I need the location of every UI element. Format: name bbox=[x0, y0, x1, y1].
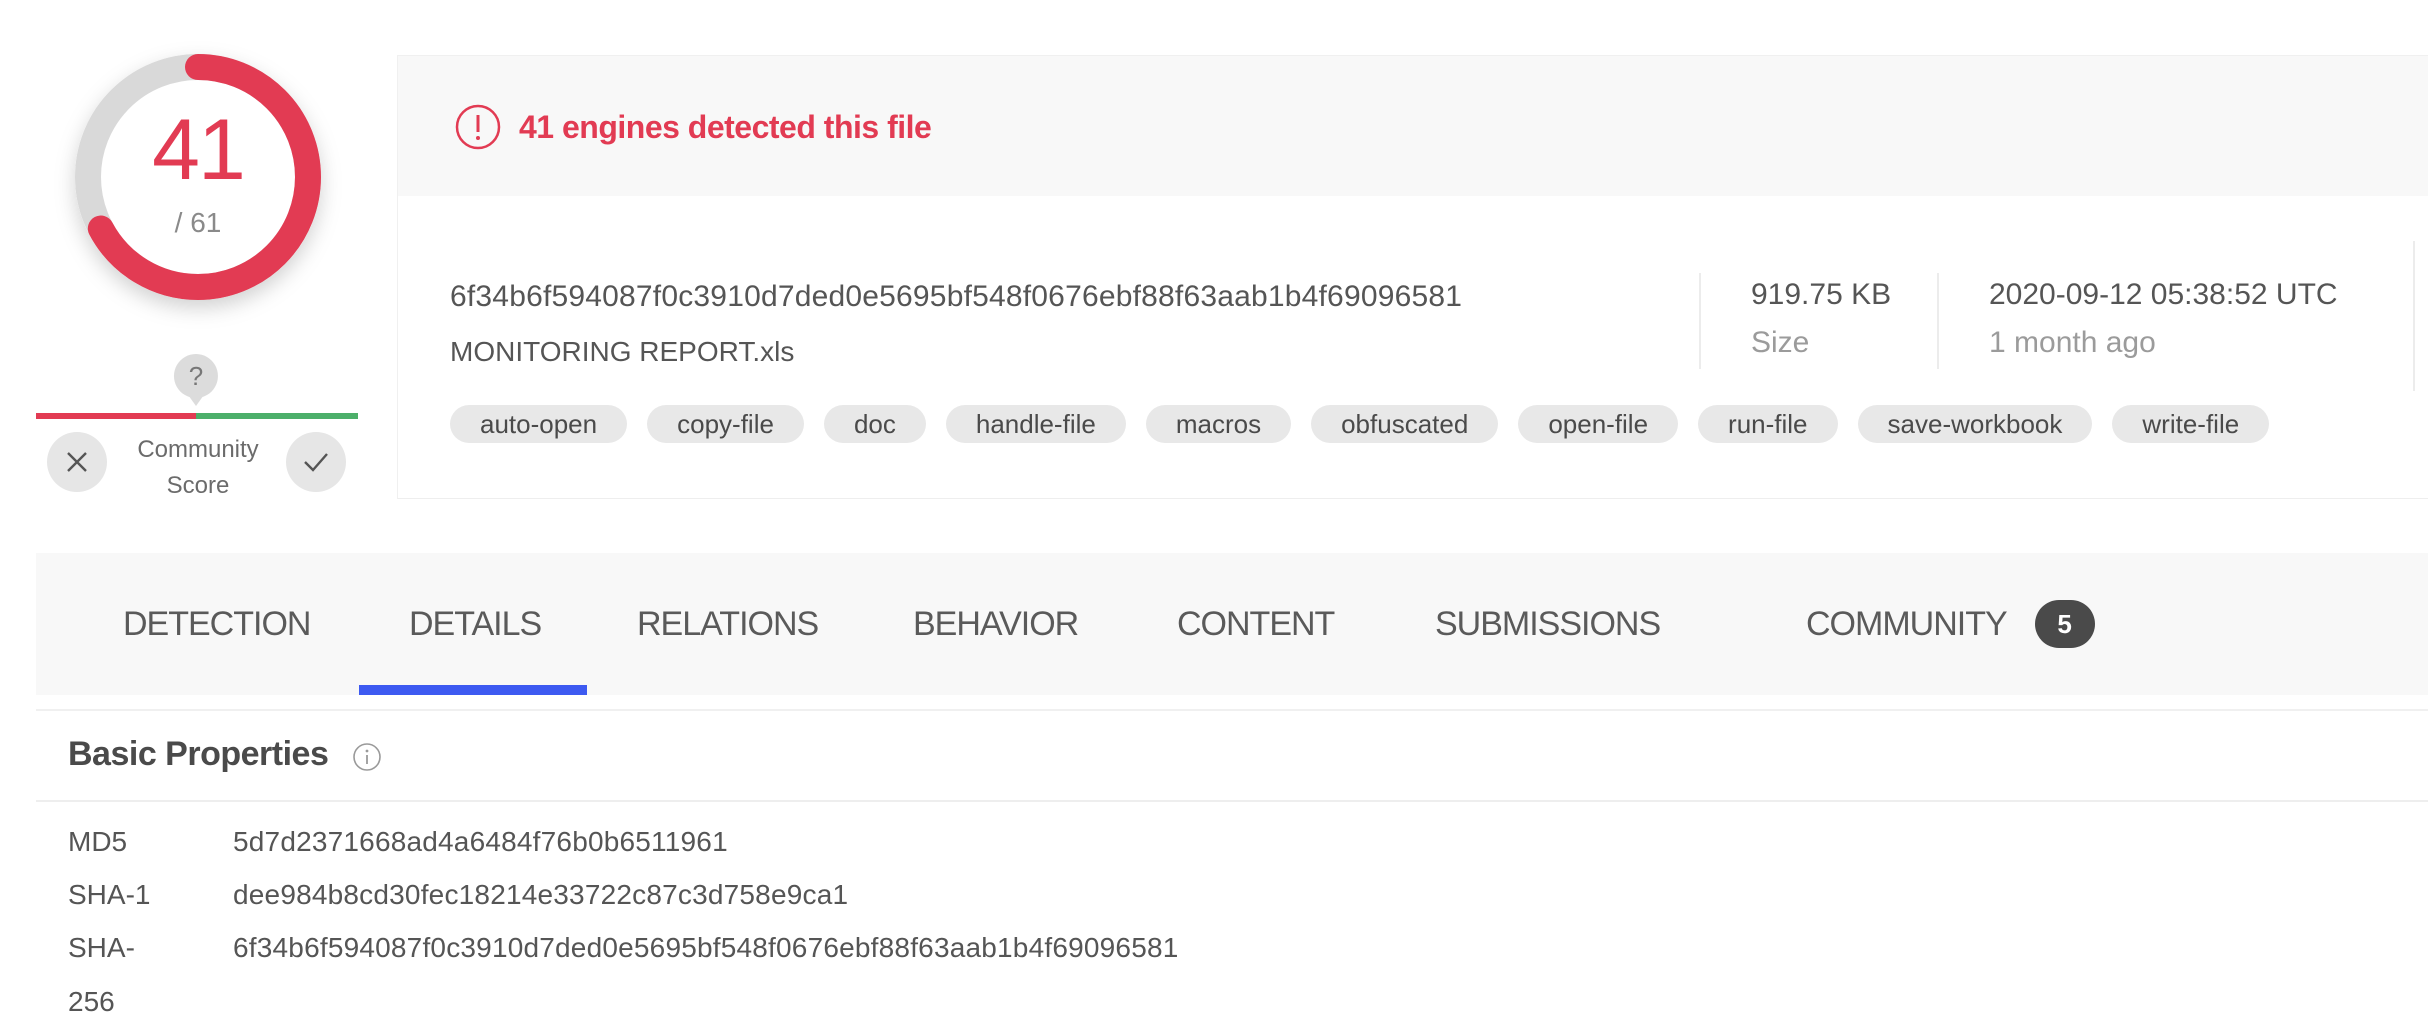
tag[interactable]: auto-open bbox=[450, 405, 628, 443]
tab-community[interactable]: COMMUNITY 5 bbox=[1806, 553, 2095, 695]
tab-label: BEHAVIOR bbox=[913, 604, 1079, 643]
tab-label: RELATIONS bbox=[637, 604, 819, 643]
detection-alert: 41 engines detected this file bbox=[455, 104, 932, 150]
info-icon[interactable] bbox=[352, 742, 382, 777]
tab-label: SUBMISSIONS bbox=[1435, 604, 1661, 643]
divider bbox=[36, 709, 2428, 711]
report-tabs: DETECTION DETAILS RELATIONS BEHAVIOR CON… bbox=[36, 553, 2428, 695]
tag[interactable]: handle-file bbox=[945, 405, 1126, 443]
divider bbox=[1937, 273, 1939, 369]
tab-label: COMMUNITY bbox=[1806, 604, 2008, 643]
community-count-badge: 5 bbox=[2034, 600, 2095, 648]
property-value-sha1[interactable]: dee984b8cd30fec18214e33722c87c3d758e9ca1 bbox=[233, 879, 848, 911]
tab-label: DETAILS bbox=[409, 604, 542, 643]
active-tab-indicator bbox=[359, 685, 587, 695]
file-size-value: 919.75 KB bbox=[1751, 278, 1892, 311]
tab-behavior[interactable]: BEHAVIOR bbox=[913, 553, 1079, 695]
tab-content[interactable]: CONTENT bbox=[1177, 553, 1335, 695]
tag[interactable]: run-file bbox=[1698, 405, 1838, 443]
divider bbox=[1699, 273, 1701, 369]
exclamation-circle-icon bbox=[455, 104, 501, 150]
tag[interactable]: open-file bbox=[1518, 405, 1679, 443]
analysis-date-value: 2020-09-12 05:38:52 UTC bbox=[1989, 278, 2338, 311]
detection-gauge: 41 / 61 bbox=[62, 41, 334, 313]
tag[interactable]: macros bbox=[1145, 405, 1292, 443]
property-value-sha256[interactable]: 6f34b6f594087f0c3910d7ded0e5695bf548f067… bbox=[233, 932, 1179, 964]
file-summary-card: 41 engines detected this file 6f34b6f594… bbox=[397, 55, 2428, 499]
tab-label: CONTENT bbox=[1177, 604, 1335, 643]
checkmark-icon bbox=[304, 453, 328, 472]
divider bbox=[36, 800, 2428, 802]
engine-total: / 61 bbox=[174, 207, 222, 238]
property-value-md5[interactable]: 5d7d2371668ad4a6484f76b0b6511961 bbox=[233, 826, 728, 858]
file-tags: auto-open copy-file doc handle-file macr… bbox=[450, 405, 2270, 443]
detection-alert-text: 41 engines detected this file bbox=[519, 108, 932, 145]
property-key-sha1: SHA-1 bbox=[68, 879, 151, 910]
tag[interactable]: copy-file bbox=[647, 405, 804, 443]
detection-count: 41 bbox=[152, 102, 246, 198]
tab-details[interactable]: DETAILS bbox=[409, 553, 542, 695]
svg-text:?: ? bbox=[189, 361, 203, 391]
divider bbox=[2413, 241, 2415, 391]
property-key-sha256-line2: 256 bbox=[68, 986, 115, 1017]
community-score-label-line1: Community bbox=[137, 436, 259, 463]
tag[interactable]: obfuscated bbox=[1311, 405, 1499, 443]
file-name: MONITORING REPORT.xls bbox=[450, 336, 795, 367]
tab-relations[interactable]: RELATIONS bbox=[637, 553, 819, 695]
question-mark-icon: ? bbox=[173, 354, 218, 406]
property-key-sha256-line1: SHA- bbox=[68, 932, 135, 963]
tag[interactable]: save-workbook bbox=[1857, 405, 2093, 443]
community-score-pin: ? bbox=[172, 352, 220, 406]
file-hash[interactable]: 6f34b6f594087f0c3910d7ded0e5695bf548f067… bbox=[450, 280, 1462, 314]
tab-detection[interactable]: DETECTION bbox=[123, 553, 311, 695]
file-size-label: Size bbox=[1751, 326, 1810, 359]
vote-malicious-button[interactable] bbox=[47, 432, 107, 492]
tab-submissions[interactable]: SUBMISSIONS bbox=[1435, 553, 1661, 695]
community-score-bar-positive bbox=[196, 413, 358, 419]
x-icon bbox=[67, 452, 87, 472]
community-score-bar-negative bbox=[36, 413, 196, 419]
property-key-md5: MD5 bbox=[68, 826, 128, 857]
tag[interactable]: write-file bbox=[2112, 405, 2270, 443]
tag[interactable]: doc bbox=[823, 405, 926, 443]
detection-alert-banner: 41 engines detected this file bbox=[398, 56, 2428, 196]
tab-label: DETECTION bbox=[123, 604, 311, 643]
community-score-label-line2: Score bbox=[166, 472, 230, 499]
community-score-label: Community Score bbox=[118, 432, 278, 504]
section-title: Basic Properties bbox=[68, 735, 329, 773]
analysis-date-relative: 1 month ago bbox=[1989, 326, 2156, 359]
vote-harmless-button[interactable] bbox=[286, 432, 346, 492]
